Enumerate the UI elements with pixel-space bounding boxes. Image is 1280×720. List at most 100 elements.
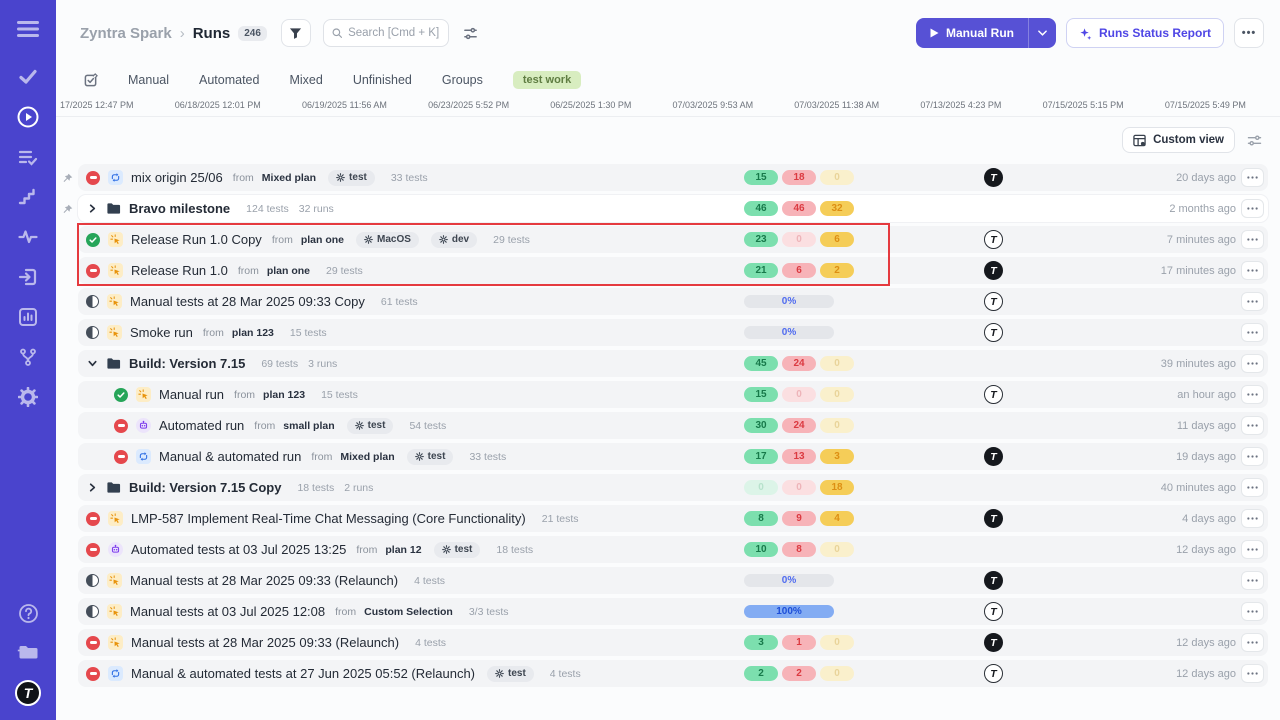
run-row-band[interactable]: LMP-587 Implement Real-Time Chat Messagi…	[78, 505, 1268, 532]
projects-folder-icon[interactable]	[15, 640, 41, 666]
run-tag[interactable]: test	[347, 418, 394, 434]
row-menu-button[interactable]	[1241, 509, 1264, 528]
run-plan-name[interactable]: small plan	[283, 420, 334, 432]
assignee-avatar[interactable]: T	[984, 571, 1003, 590]
tab-groups[interactable]: Groups	[442, 73, 483, 87]
run-row-band[interactable]: Manual tests at 28 Mar 2025 09:33 (Relau…	[78, 567, 1268, 594]
help-icon[interactable]	[15, 600, 41, 626]
assignee-avatar[interactable]: T	[984, 509, 1003, 528]
run-plan-name[interactable]: plan 123	[232, 327, 274, 339]
branch-icon[interactable]	[15, 344, 41, 370]
tab-unfinished[interactable]: Unfinished	[353, 73, 412, 87]
assignee-avatar[interactable]: T	[984, 602, 1003, 621]
run-row-band[interactable]: Smoke runfromplan 12315 tests0%T	[78, 319, 1268, 346]
row-menu-button[interactable]	[1241, 478, 1264, 497]
runs-play-icon[interactable]	[15, 104, 41, 130]
import-icon[interactable]	[15, 264, 41, 290]
settings-gear-icon[interactable]	[15, 384, 41, 410]
row-menu-button[interactable]	[1241, 230, 1264, 249]
assignee-avatar[interactable]: T	[984, 447, 1003, 466]
row-menu-button[interactable]	[1241, 633, 1264, 652]
assignee-avatar[interactable]: T	[984, 633, 1003, 652]
chevron-down-icon[interactable]	[86, 358, 98, 369]
run-plan-name[interactable]: Mixed plan	[262, 172, 316, 184]
run-row-band[interactable]: Release Run 1.0 Copyfromplan oneMacOSdev…	[78, 226, 1268, 253]
row-menu-button[interactable]	[1241, 602, 1264, 621]
user-avatar[interactable]: T	[15, 680, 41, 706]
chevron-right-icon[interactable]	[86, 482, 98, 493]
row-menu-button[interactable]	[1241, 447, 1264, 466]
row-menu-button[interactable]	[1241, 261, 1264, 280]
runs-status-report-button[interactable]: Runs Status Report	[1066, 18, 1224, 48]
row-menu-button[interactable]	[1241, 664, 1264, 683]
assignee-avatar[interactable]: T	[984, 664, 1003, 683]
run-plan-name[interactable]: Mixed plan	[340, 451, 394, 463]
run-tag[interactable]: test	[434, 542, 481, 558]
steps-icon[interactable]	[15, 184, 41, 210]
run-row-band[interactable]: mix origin 25/06fromMixed plantest33 tes…	[78, 164, 1268, 191]
manual-run-button[interactable]: Manual Run	[916, 18, 1028, 48]
run-row-band[interactable]: Manual tests at 03 Jul 2025 12:08fromCus…	[78, 598, 1268, 625]
run-row-band[interactable]: Release Run 1.0fromplan one29 tests2162T…	[78, 257, 1268, 284]
filter-button[interactable]	[281, 19, 311, 47]
run-row-band[interactable]: Build: Version 7.1569 tests3 runs4524039…	[78, 350, 1268, 377]
assignee-avatar[interactable]: T	[984, 168, 1003, 187]
manual-run-dropdown-button[interactable]	[1028, 18, 1056, 48]
run-plan-name[interactable]: Custom Selection	[364, 606, 453, 618]
assignee-avatar[interactable]: T	[984, 385, 1003, 404]
assignee-avatar[interactable]: T	[984, 292, 1003, 311]
select-runs-icon[interactable]	[84, 73, 98, 87]
tab-mixed[interactable]: Mixed	[289, 73, 322, 87]
tab-automated[interactable]: Automated	[199, 73, 259, 87]
run-row-band[interactable]: Manual tests at 28 Mar 2025 09:33 (Relau…	[78, 629, 1268, 656]
run-row-band[interactable]: Manual runfromplan 12315 tests1500Tan ho…	[78, 381, 1268, 408]
row-menu-button[interactable]	[1241, 571, 1264, 590]
assignee-avatar[interactable]: T	[984, 230, 1003, 249]
analytics-icon[interactable]	[15, 304, 41, 330]
assignee-avatar[interactable]: T	[984, 323, 1003, 342]
run-tag[interactable]: dev	[431, 232, 477, 248]
run-type-manual-icon	[107, 294, 122, 309]
custom-view-button[interactable]: Custom view	[1122, 127, 1235, 153]
row-menu-button[interactable]	[1241, 354, 1264, 373]
tab-manual[interactable]: Manual	[128, 73, 169, 87]
chevron-right-icon[interactable]	[86, 203, 98, 214]
run-plan-name[interactable]: plan 12	[385, 544, 421, 556]
run-tag[interactable]: test	[328, 170, 375, 186]
gear-icon	[442, 545, 451, 554]
run-row-band[interactable]: Manual & automated tests at 27 Jun 2025 …	[78, 660, 1268, 687]
row-menu-button[interactable]	[1241, 292, 1264, 311]
row-menu-button[interactable]	[1241, 540, 1264, 559]
pin-icon[interactable]	[62, 171, 74, 183]
run-row-band[interactable]: Manual & automated runfromMixed plantest…	[78, 443, 1268, 470]
row-menu-button[interactable]	[1241, 199, 1264, 218]
test-list-icon[interactable]	[15, 144, 41, 170]
pin-icon[interactable]	[62, 202, 74, 214]
run-tag[interactable]: MacOS	[356, 232, 419, 248]
assignee-avatar[interactable]: T	[984, 261, 1003, 280]
run-plan-name[interactable]: plan one	[301, 234, 344, 246]
breadcrumb-project[interactable]: Zyntra Spark	[80, 25, 172, 42]
run-tag[interactable]: test	[407, 449, 454, 465]
row-menu-button[interactable]	[1241, 168, 1264, 187]
run-plan-name[interactable]: plan one	[267, 265, 310, 277]
run-row-band[interactable]: Build: Version 7.15 Copy18 tests2 runs00…	[78, 474, 1268, 501]
row-menu-button[interactable]	[1241, 416, 1264, 435]
run-row-band[interactable]: Automated tests at 03 Jul 2025 13:25from…	[78, 536, 1268, 563]
tab-tag-test-work[interactable]: test work	[513, 71, 581, 89]
pulse-icon[interactable]	[15, 224, 41, 250]
run-tag[interactable]: test	[487, 666, 534, 682]
run-stats: 220	[744, 660, 854, 687]
tests-check-icon[interactable]	[15, 64, 41, 90]
run-plan-name[interactable]: plan 123	[263, 389, 305, 401]
row-menu-button[interactable]	[1241, 385, 1264, 404]
header-more-button[interactable]: •••	[1234, 18, 1264, 48]
search-filters-icon[interactable]	[463, 26, 478, 41]
run-row-band[interactable]: Automated runfromsmall plantest54 tests3…	[78, 412, 1268, 439]
view-settings-icon[interactable]	[1247, 134, 1262, 147]
run-row-band[interactable]: Bravo milestone124 tests32 runs4646322 m…	[78, 195, 1268, 222]
run-row-band[interactable]: Manual tests at 28 Mar 2025 09:33 Copy61…	[78, 288, 1268, 315]
row-menu-button[interactable]	[1241, 323, 1264, 342]
menu-icon[interactable]	[15, 16, 41, 42]
search-input[interactable]	[348, 27, 440, 39]
